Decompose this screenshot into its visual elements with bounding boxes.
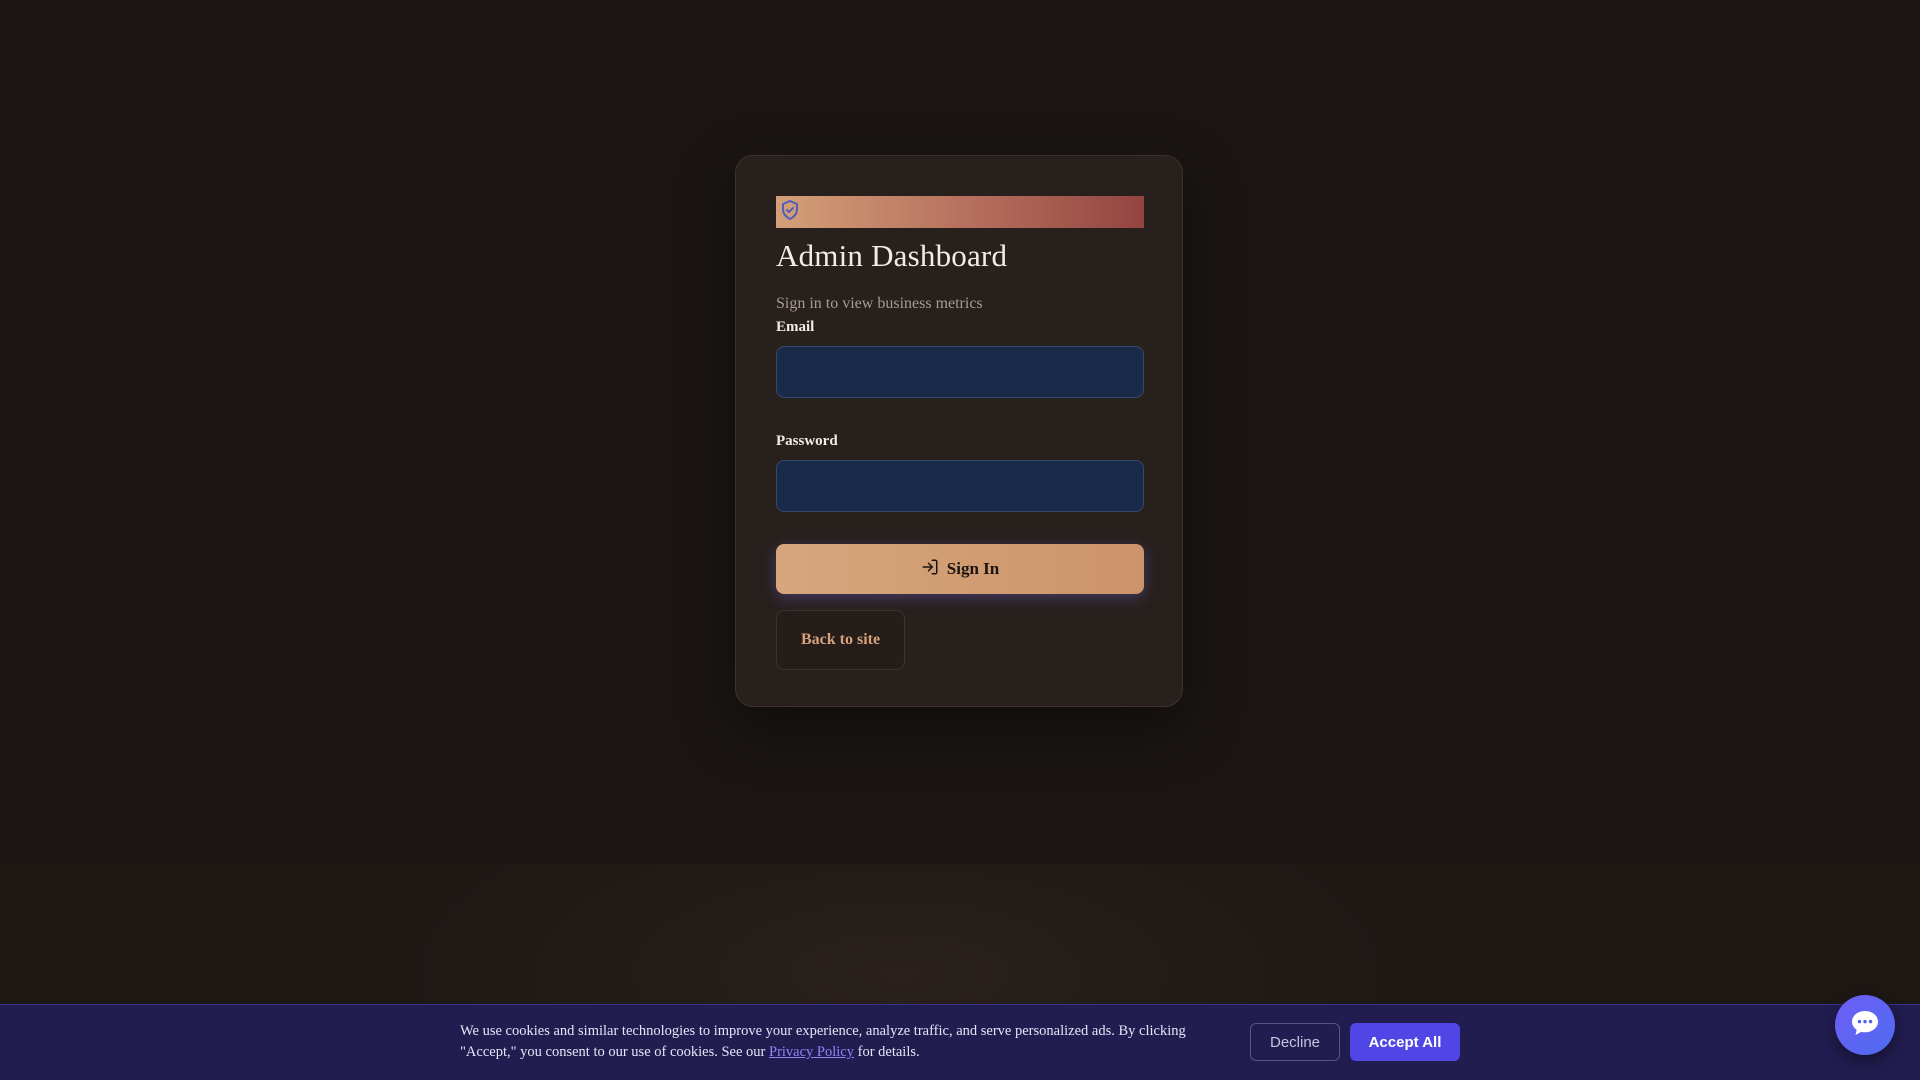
- page-subtitle: Sign in to view business metrics: [776, 295, 983, 312]
- decline-cookies-button[interactable]: Decline: [1250, 1023, 1340, 1061]
- email-label: Email: [776, 319, 815, 335]
- privacy-policy-link[interactable]: Privacy Policy: [769, 1044, 854, 1060]
- chat-launcher-button[interactable]: [1835, 995, 1895, 1055]
- chat-bubble-icon: [1848, 1006, 1882, 1045]
- password-field[interactable]: [776, 460, 1144, 512]
- shield-check-icon: [778, 198, 802, 222]
- sign-in-button[interactable]: Sign In: [776, 544, 1144, 594]
- login-card: Admin Dashboard Sign in to view business…: [735, 155, 1183, 707]
- accept-all-cookies-button[interactable]: Accept All: [1350, 1023, 1460, 1061]
- page-title: Admin Dashboard: [776, 238, 1008, 273]
- password-label: Password: [776, 433, 838, 449]
- cookie-banner: We use cookies and similar technologies …: [0, 1004, 1920, 1080]
- cookie-message: We use cookies and similar technologies …: [460, 1021, 1200, 1063]
- sign-in-label: Sign In: [946, 559, 1000, 578]
- login-page: Admin Dashboard Sign in to view business…: [0, 0, 1920, 1080]
- cookie-text-after: for details.: [854, 1044, 920, 1060]
- email-field[interactable]: [776, 346, 1144, 398]
- back-to-site-button[interactable]: Back to site: [776, 610, 906, 670]
- log-in-icon: [921, 558, 939, 581]
- brand-banner: [776, 196, 1144, 228]
